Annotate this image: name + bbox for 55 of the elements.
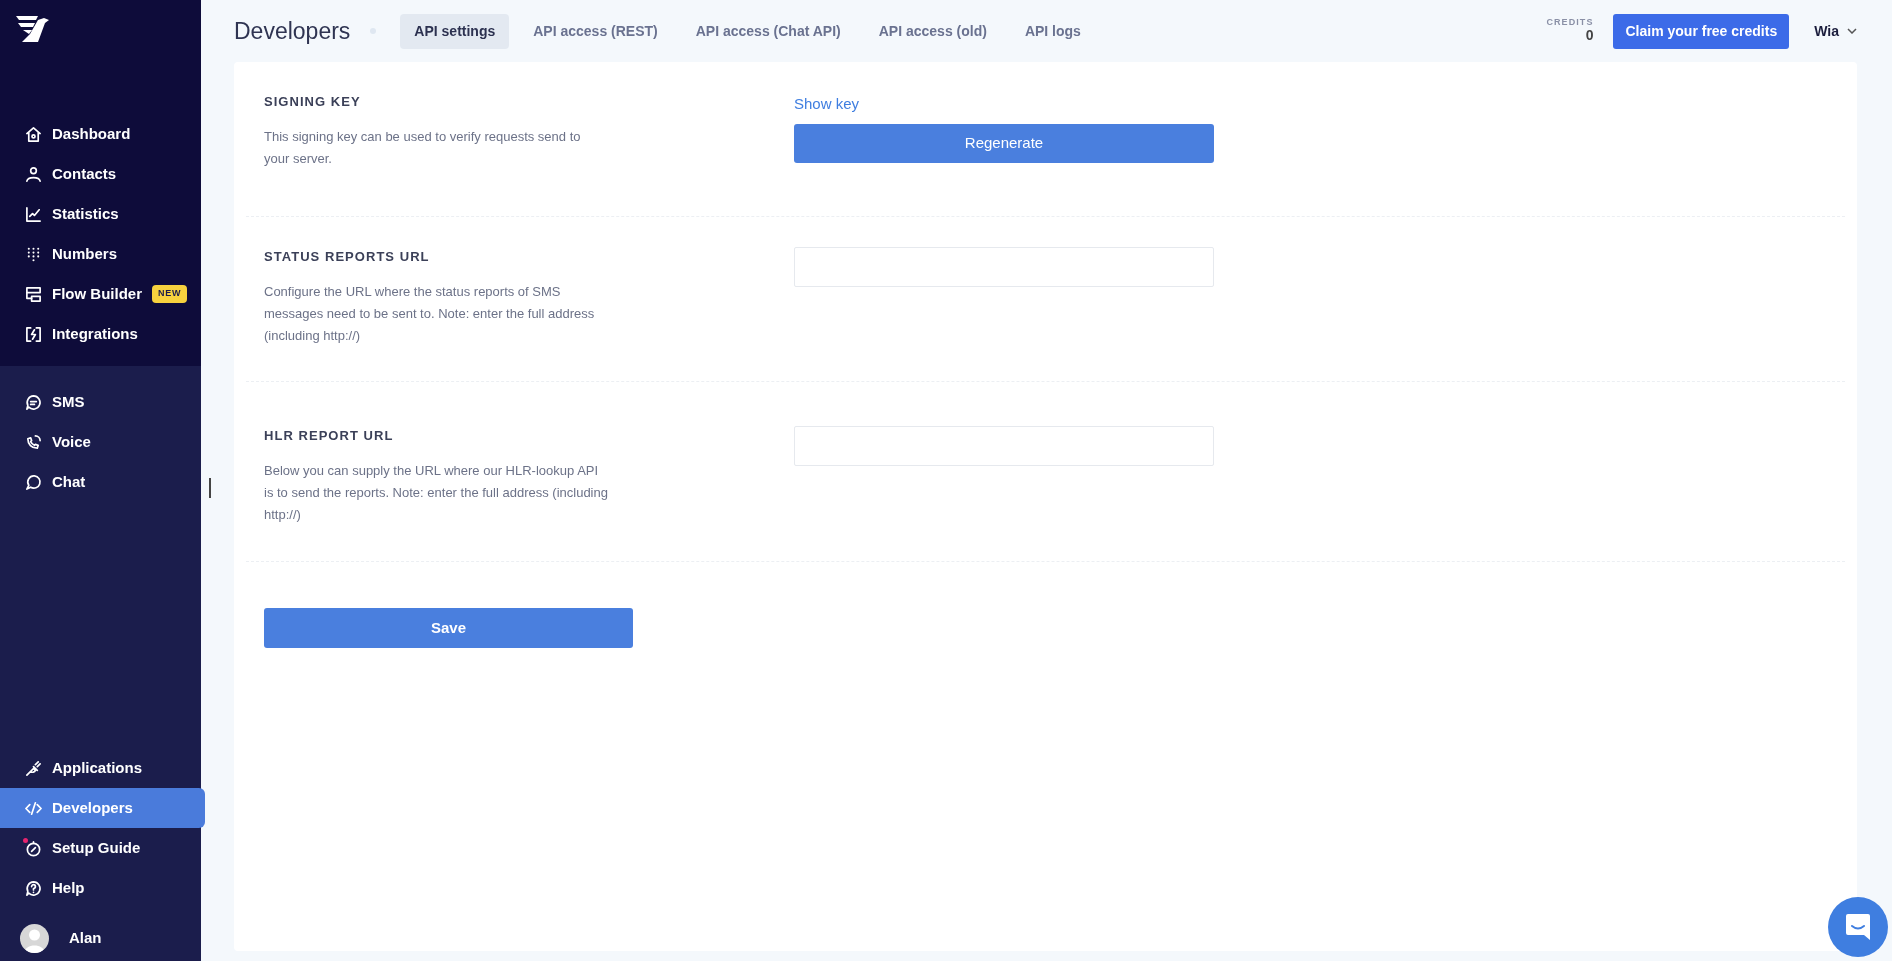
chat-smile-icon bbox=[1845, 913, 1871, 941]
flow-icon bbox=[25, 285, 42, 303]
phone-icon bbox=[25, 433, 42, 451]
sidebar-item[interactable]: Setup Guide bbox=[0, 828, 205, 868]
page-title: Developers bbox=[234, 16, 351, 46]
sidebar-item[interactable]: Applications bbox=[0, 748, 205, 788]
save-button[interactable]: Save bbox=[264, 608, 633, 648]
section-description: This signing key can be used to verify requests send to your server. bbox=[264, 127, 582, 168]
code-icon bbox=[25, 799, 42, 817]
tab[interactable]: API access (Chat API) bbox=[681, 13, 855, 49]
regenerate-button[interactable]: Regenerate bbox=[794, 123, 1214, 163]
help-icon bbox=[25, 879, 42, 897]
plug-icon bbox=[25, 759, 42, 777]
credits-label: CREDITS bbox=[1546, 18, 1594, 29]
tab[interactable]: API access (REST) bbox=[519, 13, 672, 49]
sidebar-item[interactable]: Chat bbox=[0, 462, 205, 502]
section-title: SIGNING KEY bbox=[264, 93, 362, 111]
tab[interactable]: API settings bbox=[400, 13, 510, 49]
bird-logo-icon[interactable] bbox=[16, 16, 49, 44]
line-chart-icon bbox=[25, 205, 42, 223]
credits-value: 0 bbox=[1584, 28, 1594, 44]
tab[interactable]: API access (old) bbox=[864, 13, 1001, 49]
stopwatch-icon bbox=[25, 839, 42, 857]
chevron-down-icon bbox=[1847, 28, 1857, 34]
url-field[interactable] bbox=[794, 247, 1214, 287]
sidebar-item[interactable]: Help bbox=[0, 868, 205, 908]
section-description: Configure the URL where the status reports of SMS messages need to be sent to. Note: enter the full address (including http://) bbox=[264, 282, 596, 345]
avatar-icon[interactable] bbox=[20, 924, 49, 953]
sidebar-item[interactable]: Contacts bbox=[0, 154, 205, 194]
sidebar-item[interactable]: Integrations bbox=[0, 314, 205, 354]
home-icon bbox=[25, 125, 42, 143]
speech-bubble-icon bbox=[25, 393, 42, 411]
sidebar-item[interactable]: Dashboard bbox=[0, 114, 205, 154]
sidebar-item[interactable]: Statistics bbox=[0, 194, 205, 234]
url-field[interactable] bbox=[794, 426, 1214, 466]
sidebar-item[interactable]: Numbers bbox=[0, 234, 205, 274]
sidebar-item[interactable]: SMS bbox=[0, 382, 205, 422]
chat-bubble-icon bbox=[25, 473, 42, 491]
resize-handle[interactable] bbox=[209, 478, 211, 498]
sidebar-item[interactable]: Voice bbox=[0, 422, 205, 462]
bracket-plug-icon bbox=[25, 325, 42, 343]
chat-launcher[interactable] bbox=[1828, 897, 1888, 957]
claim-credits-button[interactable]: Claim your free credits bbox=[1613, 13, 1790, 49]
sidebar-item[interactable]: Flow Builder NEW bbox=[0, 274, 205, 314]
dot-grid-icon bbox=[25, 245, 42, 263]
sidebar-item[interactable]: Developers bbox=[0, 788, 205, 828]
section-title: STATUS REPORTS URL bbox=[264, 248, 431, 266]
person-icon bbox=[25, 165, 42, 183]
section-description: Below you can supply the URL where our HLR-lookup API is to send the reports. Note: enter the full address (including http://) bbox=[264, 461, 609, 524]
account-menu[interactable]: Wia bbox=[1814, 20, 1857, 42]
user-name[interactable]: Alan bbox=[69, 927, 102, 950]
tab[interactable]: API logs bbox=[1010, 13, 1095, 49]
section-title: HLR REPORT URL bbox=[264, 427, 395, 445]
show-key-link[interactable]: Show key bbox=[794, 93, 860, 116]
new-badge: NEW bbox=[152, 285, 188, 303]
